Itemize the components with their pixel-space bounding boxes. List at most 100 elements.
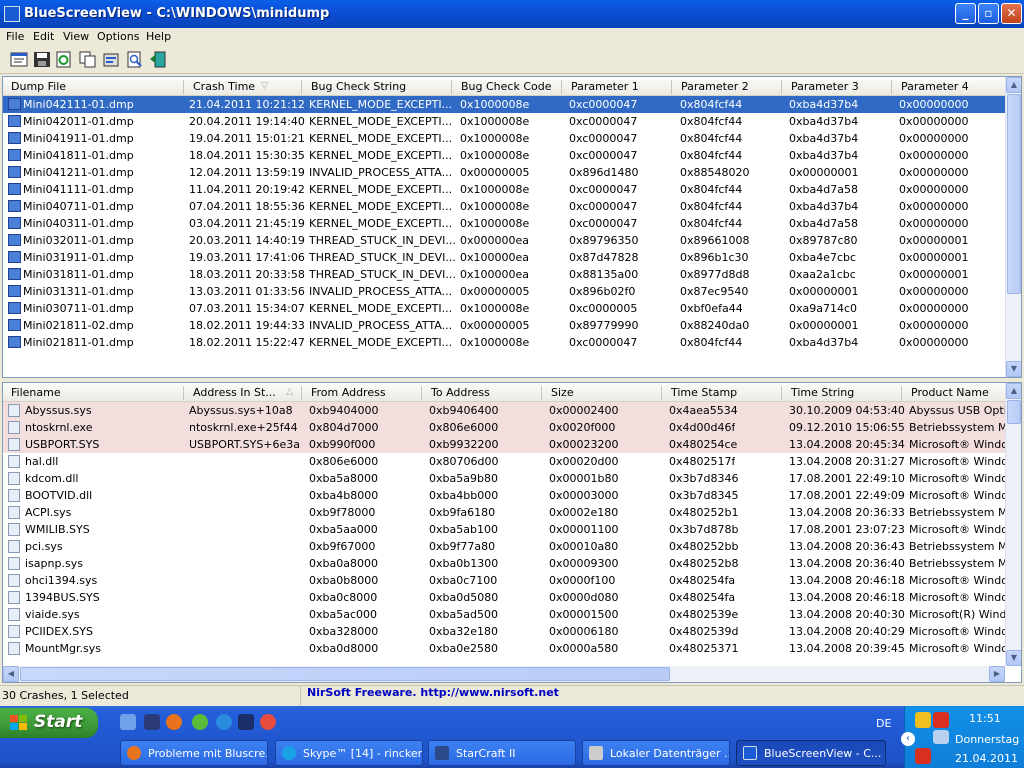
title-bar[interactable]: BlueScreenView - C:\WINDOWS\minidump _ ▫…	[0, 0, 1024, 28]
driver-list[interactable]: Filename Address In St... △ From Address…	[2, 382, 1022, 683]
col-parameter-4[interactable]: Parameter 4	[901, 80, 969, 93]
table-row[interactable]: Mini021811-01.dmp 18.02.2011 15:22:47 KERN…	[3, 334, 1007, 351]
driver-list-hscrollbar[interactable]: ◀ ▶	[3, 666, 1005, 682]
col-bug-check-string[interactable]: Bug Check String	[311, 80, 406, 93]
col-time-string[interactable]: Time String	[791, 386, 854, 399]
properties-icon[interactable]	[10, 51, 28, 68]
driver-list-vscrollbar[interactable]: ▲ ▼	[1005, 383, 1021, 666]
desktop-icon[interactable]	[120, 714, 136, 730]
table-row[interactable]: Mini040711-01.dmp 07.04.2011 18:55:36 KERN…	[3, 198, 1007, 215]
col-to-address[interactable]: To Address	[431, 386, 490, 399]
menu-file[interactable]: File	[6, 30, 24, 43]
table-row[interactable]: isapnp.sys 0xba0a8000 0xba0b1300 0x00009300…	[3, 555, 1021, 572]
crash-list-scrollbar[interactable]: ▲ ▼	[1005, 77, 1021, 377]
col-time-stamp[interactable]: Time Stamp	[671, 386, 737, 399]
scroll-thumb[interactable]	[1007, 94, 1021, 294]
table-row[interactable]: Mini031911-01.dmp 19.03.2011 17:41:06 THRE…	[3, 249, 1007, 266]
media-icon[interactable]	[216, 714, 232, 730]
task-local-drive[interactable]: Lokaler Datenträger ...	[582, 740, 730, 766]
scroll-up-icon[interactable]: ▲	[1006, 383, 1021, 399]
firefox-icon[interactable]	[166, 714, 182, 730]
search-icon[interactable]	[126, 51, 144, 68]
chrome-icon[interactable]	[260, 714, 276, 730]
table-row[interactable]: Mini041211-01.dmp 12.04.2011 13:59:19 INVA…	[3, 164, 1007, 181]
scroll-down-icon[interactable]: ▼	[1006, 650, 1021, 666]
table-row[interactable]: Mini032011-01.dmp 20.03.2011 14:40:19 THRE…	[3, 232, 1007, 249]
save-icon[interactable]	[33, 51, 51, 68]
n-app-icon[interactable]	[238, 714, 254, 730]
antivirus-icon[interactable]	[933, 712, 949, 728]
crash-list[interactable]: Dump File Crash Time ▽ Bug Check String …	[2, 76, 1022, 378]
network-icon[interactable]	[933, 730, 949, 744]
col-parameter-1[interactable]: Parameter 1	[571, 80, 639, 93]
app-icon[interactable]	[144, 714, 160, 730]
table-row[interactable]: Mini042111-01.dmp 21.04.2011 10:21:12 KERN…	[3, 96, 1007, 113]
table-row[interactable]: pci.sys 0xb9f67000 0xb9f77a80 0x00010a80 0x4…	[3, 538, 1021, 555]
task-firefox[interactable]: Probleme mit Bluscre...	[120, 740, 268, 766]
task-starcraft[interactable]: StarCraft II	[428, 740, 576, 766]
table-row[interactable]: 1394BUS.SYS 0xba0c8000 0xba0d5080 0x0000d08…	[3, 589, 1021, 606]
flower-icon[interactable]	[192, 714, 208, 730]
table-row[interactable]: Mini031811-01.dmp 18.03.2011 20:33:58 THRE…	[3, 266, 1007, 283]
table-row[interactable]: MountMgr.sys 0xba0d8000 0xba0e2580 0x0000a5…	[3, 640, 1021, 657]
table-row[interactable]: ntoskrnl.exe ntoskrnl.exe+25f44 0x804d7000…	[3, 419, 1021, 436]
tray-app-icon[interactable]	[915, 712, 931, 728]
menu-edit[interactable]: Edit	[33, 30, 54, 43]
start-button[interactable]: Start	[0, 708, 98, 738]
scroll-down-icon[interactable]: ▼	[1006, 361, 1021, 377]
col-address-in-stack[interactable]: Address In St...	[193, 386, 276, 399]
cell: 0x89661008	[680, 234, 750, 247]
scroll-right-icon[interactable]: ▶	[989, 666, 1005, 682]
menu-help[interactable]: Help	[146, 30, 171, 43]
col-from-address[interactable]: From Address	[311, 386, 386, 399]
col-parameter-3[interactable]: Parameter 3	[791, 80, 859, 93]
col-parameter-2[interactable]: Parameter 2	[681, 80, 749, 93]
task-skype[interactable]: Skype™ [14] - rincker1	[275, 740, 423, 766]
table-row[interactable]: kdcom.dll 0xba5a8000 0xba5a9b80 0x00001b80 0…	[3, 470, 1021, 487]
col-product-name[interactable]: Product Name	[911, 386, 989, 399]
table-row[interactable]: ohci1394.sys 0xba0b8000 0xba0c7100 0x0000f1…	[3, 572, 1021, 589]
copy-icon[interactable]	[79, 51, 97, 68]
table-row[interactable]: ACPI.sys 0xb9f78000 0xb9fa6180 0x0002e180 0x…	[3, 504, 1021, 521]
language-indicator[interactable]: DE	[876, 717, 891, 730]
hscroll-thumb[interactable]	[20, 667, 670, 681]
menu-view[interactable]: View	[63, 30, 89, 43]
cell: 0x804fcf44	[680, 98, 743, 111]
table-row[interactable]: viaide.sys 0xba5ac000 0xba5ad500 0x00001500…	[3, 606, 1021, 623]
close-button[interactable]: ✕	[1001, 3, 1022, 24]
task-bluescreenview[interactable]: BlueScreenView - C...	[736, 740, 886, 766]
menu-options[interactable]: Options	[97, 30, 139, 43]
clock-time[interactable]: 11:51	[969, 712, 1001, 725]
tray-red-icon[interactable]	[915, 748, 931, 764]
minimize-button[interactable]: _	[955, 3, 976, 24]
table-row[interactable]: PCIIDEX.SYS 0xba328000 0xba32e180 0x0000618…	[3, 623, 1021, 640]
col-dump-file[interactable]: Dump File	[11, 80, 66, 93]
table-row[interactable]: hal.dll 0x806e6000 0x80706d00 0x00020d00 0x4…	[3, 453, 1021, 470]
col-size[interactable]: Size	[551, 386, 574, 399]
table-row[interactable]: WMILIB.SYS 0xba5aa000 0xba5ab100 0x00001100…	[3, 521, 1021, 538]
chevron-left-icon[interactable]: ‹	[901, 732, 915, 746]
table-row[interactable]: Mini040311-01.dmp 03.04.2011 21:45:19 KERN…	[3, 215, 1007, 232]
scroll-left-icon[interactable]: ◀	[3, 666, 19, 682]
driver-file-icon	[8, 625, 20, 638]
table-row[interactable]: USBPORT.SYS USBPORT.SYS+6e3a 0xb990f000 0xb…	[3, 436, 1021, 453]
table-row[interactable]: Mini042011-01.dmp 20.04.2011 19:14:40 KERN…	[3, 113, 1007, 130]
table-row[interactable]: Mini031311-01.dmp 13.03.2011 01:33:56 INVA…	[3, 283, 1007, 300]
table-row[interactable]: Abyssus.sys Abyssus.sys+10a8 0xb9404000 0xb…	[3, 402, 1021, 419]
table-row[interactable]: Mini021811-02.dmp 18.02.2011 19:44:33 INVA…	[3, 317, 1007, 334]
options-icon[interactable]	[102, 51, 120, 68]
table-row[interactable]: Mini030711-01.dmp 07.03.2011 15:34:07 KERN…	[3, 300, 1007, 317]
col-crash-time[interactable]: Crash Time	[193, 80, 255, 93]
refresh-icon[interactable]	[55, 51, 73, 68]
col-bug-check-code[interactable]: Bug Check Code	[461, 80, 552, 93]
maximize-button[interactable]: ▫	[978, 3, 999, 24]
table-row[interactable]: Mini041111-01.dmp 11.04.2011 20:19:42 KERN…	[3, 181, 1007, 198]
table-row[interactable]: Mini041811-01.dmp 18.04.2011 15:30:35 KERN…	[3, 147, 1007, 164]
scroll-up-icon[interactable]: ▲	[1006, 77, 1021, 93]
exit-icon[interactable]	[149, 51, 167, 68]
table-row[interactable]: Mini041911-01.dmp 19.04.2011 15:01:21 KERN…	[3, 130, 1007, 147]
scroll-thumb[interactable]	[1007, 400, 1021, 424]
table-row[interactable]: BOOTVID.dll 0xba4b8000 0xba4bb000 0x0000300…	[3, 487, 1021, 504]
col-filename[interactable]: Filename	[11, 386, 61, 399]
nirsoft-link[interactable]: NirSoft Freeware. http://www.nirsoft.net	[307, 686, 559, 699]
